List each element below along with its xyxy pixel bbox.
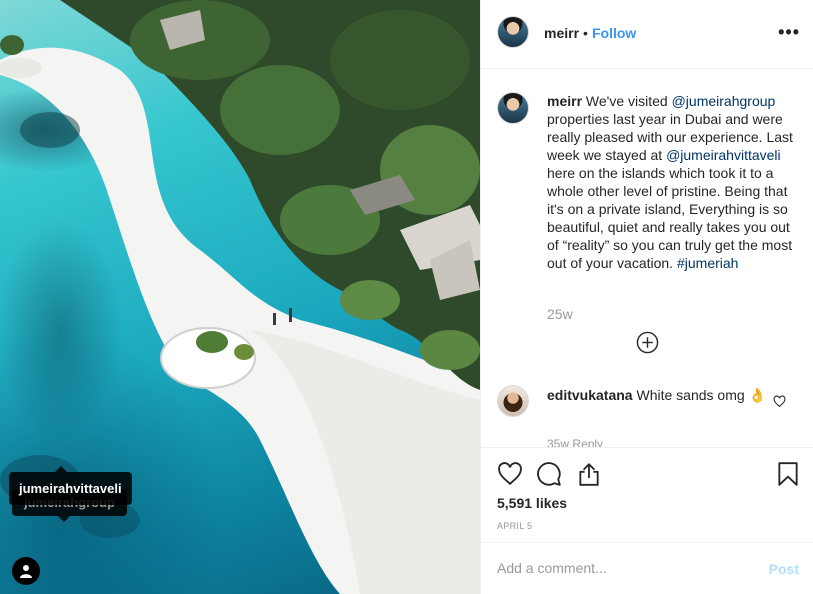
comments-list[interactable]: meirr We've visited @jumeirahgroup prope… — [481, 70, 813, 447]
post-header: meirr • Follow ••• — [481, 0, 813, 69]
user-icon — [20, 565, 32, 578]
comment-text: White sands omg 👌 — [636, 387, 766, 403]
caption-text-part: here on the islands which took it to a w… — [547, 165, 793, 271]
photo-tag-label: jumeirahvittaveli — [19, 481, 122, 496]
comment-avatar[interactable] — [497, 385, 529, 417]
heart-icon[interactable] — [497, 461, 523, 487]
user-tags-button[interactable] — [12, 557, 40, 585]
likes-count[interactable]: 5,591 likes — [497, 495, 567, 511]
header-username[interactable]: meirr — [544, 25, 579, 41]
post-date[interactable]: APRIL 5 — [497, 521, 532, 531]
mention-link[interactable]: @jumeirahgroup — [672, 93, 776, 109]
comment-icon[interactable] — [536, 461, 562, 487]
more-options-icon[interactable]: ••• — [778, 22, 800, 43]
bookmark-icon[interactable] — [775, 461, 801, 487]
comment-meta[interactable]: 35w Reply — [547, 437, 603, 447]
avatar[interactable] — [497, 16, 529, 48]
share-icon[interactable] — [576, 461, 602, 487]
follow-button[interactable]: Follow — [592, 25, 636, 41]
photo-tag-jumeirahvittaveli[interactable]: jumeirahvittaveli — [9, 466, 132, 505]
comment-like-heart-icon[interactable] — [773, 395, 786, 408]
caption-timestamp[interactable]: 25w — [547, 306, 573, 322]
comment-item: editvukatana White sands omg 👌 — [547, 386, 767, 404]
post-comment-button[interactable]: Post — [769, 561, 799, 577]
hashtag-link[interactable]: #jumeriah — [677, 255, 738, 271]
add-comment-bar: Post — [481, 542, 813, 594]
mention-link[interactable]: @jumeirahvittaveli — [666, 147, 781, 163]
post-details-panel: meirr • Follow ••• meirr We've visited @… — [480, 0, 813, 594]
separator-dot: • — [583, 25, 588, 41]
tag-pointer — [58, 516, 70, 522]
comment-input[interactable] — [497, 560, 757, 576]
load-more-comments-icon[interactable] — [636, 331, 659, 354]
post-actions: 5,591 likes APRIL 5 — [481, 447, 813, 542]
caption-username[interactable]: meirr — [547, 93, 582, 109]
post-photo[interactable]: jumeirahgroup jumeirahvittaveli — [0, 0, 480, 594]
caption-avatar[interactable] — [497, 92, 529, 124]
caption-text: meirr We've visited @jumeirahgroup prope… — [547, 92, 797, 272]
caption-text-part: We've visited — [585, 93, 672, 109]
tag-pointer — [55, 466, 67, 472]
comment-username[interactable]: editvukatana — [547, 387, 633, 403]
